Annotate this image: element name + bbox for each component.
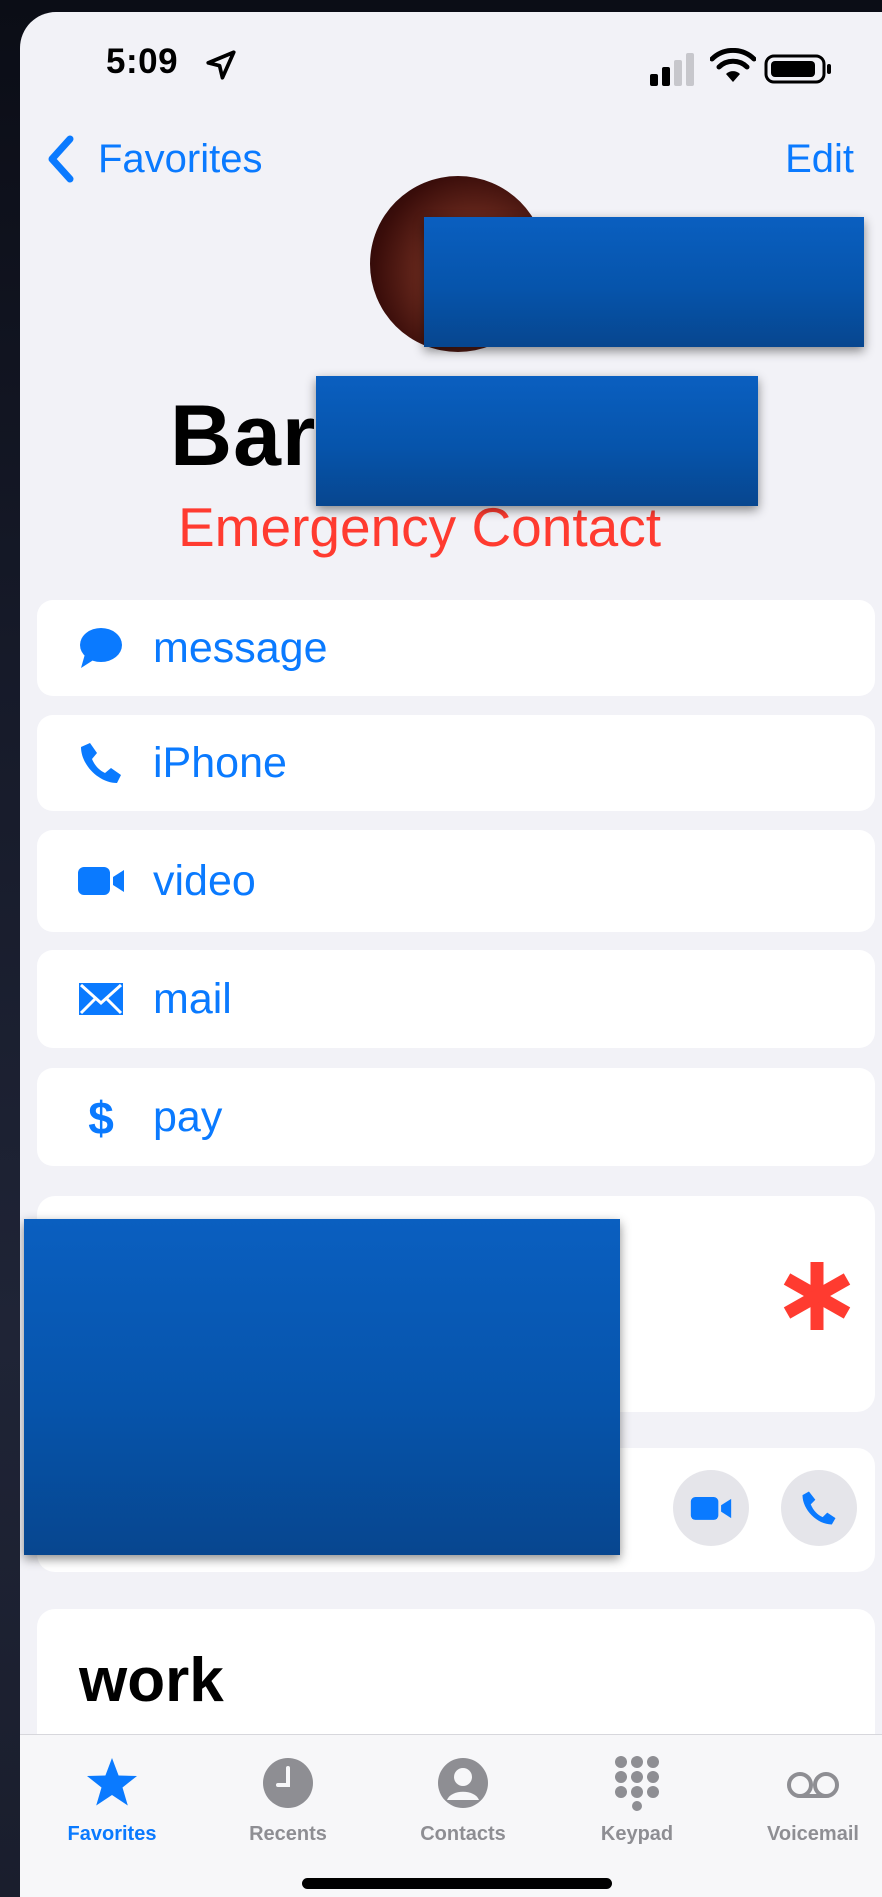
dollar-icon: $ [88, 1093, 114, 1141]
back-button[interactable]: Favorites [44, 134, 263, 184]
redaction-box [24, 1219, 620, 1555]
tab-keypad[interactable]: Keypad [562, 1755, 712, 1846]
voicemail-icon [787, 1772, 839, 1798]
tab-label: Voicemail [767, 1823, 859, 1845]
action-iphone[interactable]: iPhone [37, 715, 875, 811]
status-time: 5:09 [106, 42, 179, 81]
facetime-video-button[interactable] [673, 1470, 749, 1546]
battery-icon [764, 54, 831, 84]
video-camera-icon [690, 1497, 732, 1520]
work-label: work [79, 1646, 224, 1715]
clock-icon [263, 1758, 313, 1808]
star-icon [87, 1758, 137, 1806]
action-video[interactable]: video [37, 830, 875, 932]
wifi-icon [710, 48, 756, 82]
person-circle-icon [438, 1758, 488, 1808]
envelope-icon [79, 983, 123, 1015]
tab-recents[interactable]: Recents [213, 1755, 363, 1846]
location-arrow-icon [206, 50, 236, 80]
svg-text:$: $ [88, 1093, 114, 1141]
video-camera-icon [78, 867, 124, 895]
tab-favorites[interactable]: Favorites [37, 1755, 187, 1846]
redaction-box [424, 217, 864, 347]
edit-button[interactable]: Edit [785, 137, 854, 182]
phone-icon [802, 1491, 836, 1525]
status-bar: 5:09 [20, 12, 882, 122]
action-label: video [153, 856, 256, 905]
facetime-audio-button[interactable] [781, 1470, 857, 1546]
keypad-icon [615, 1756, 659, 1811]
tab-label: Favorites [67, 1823, 157, 1845]
action-label: iPhone [153, 738, 287, 787]
phone-screen: 5:09 Favorites Edit Bar Emergency Contac… [20, 12, 882, 1897]
phone-icon [81, 743, 121, 783]
tab-label: Keypad [600, 1823, 674, 1845]
action-pay[interactable]: $ pay [37, 1068, 875, 1166]
action-mail[interactable]: mail [37, 950, 875, 1048]
back-button-label: Favorites [98, 136, 263, 181]
contact-name: Bar [170, 388, 317, 484]
action-label: mail [153, 974, 232, 1023]
message-bubble-icon [80, 628, 122, 668]
tab-voicemail[interactable]: Voicemail [738, 1755, 882, 1846]
action-label: message [153, 623, 328, 672]
tab-label: Contacts [420, 1823, 506, 1845]
chevron-left-icon [48, 135, 74, 183]
home-indicator[interactable] [302, 1878, 612, 1889]
tab-bar: Favorites Recents Contacts Keypad Voicem… [20, 1734, 882, 1897]
tab-label: Recents [249, 1823, 327, 1845]
cellular-signal-icon [650, 53, 694, 86]
action-message[interactable]: message [37, 600, 875, 696]
asterisk-icon [783, 1262, 851, 1330]
tab-contacts[interactable]: Contacts [388, 1755, 538, 1846]
redaction-box [316, 376, 758, 506]
action-label: pay [153, 1092, 223, 1141]
